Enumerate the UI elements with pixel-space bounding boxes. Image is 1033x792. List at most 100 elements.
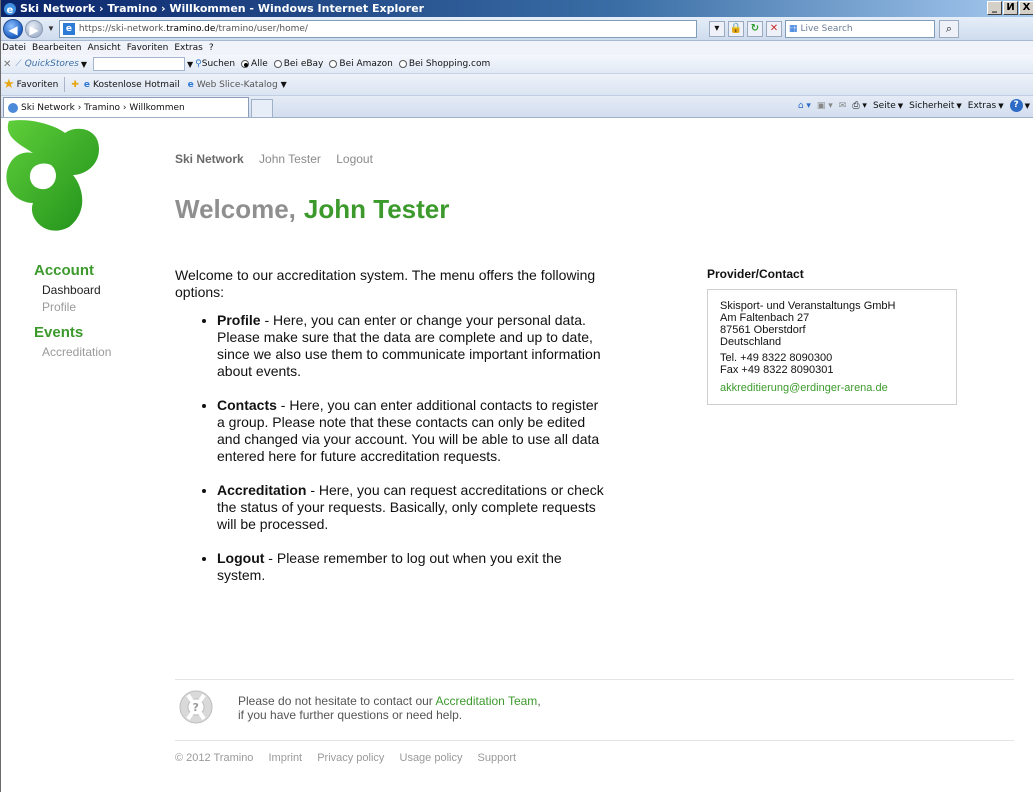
- nav-user[interactable]: John Tester: [259, 152, 321, 166]
- divider: [175, 740, 1014, 741]
- tab-active[interactable]: Ski Network › Tramino › Willkommen: [3, 97, 249, 117]
- new-tab-button[interactable]: [251, 99, 273, 117]
- sidebar-item-accreditation[interactable]: Accreditation: [42, 345, 154, 359]
- nav-logout[interactable]: Logout: [336, 152, 373, 166]
- lifebuoy-help-icon: ?: [179, 690, 213, 724]
- browser-window: e Ski Network › Tramino › Willkommen - W…: [0, 0, 1033, 792]
- lock-icon[interactable]: 🔒: [727, 20, 744, 37]
- webslice-favicon-icon: e: [187, 79, 194, 90]
- menu-bar: Datei Bearbeiten Ansicht Favoriten Extra…: [1, 41, 1033, 55]
- radio-alle[interactable]: [241, 60, 250, 68]
- url-input[interactable]: e https://ski-network. tramino.de/tramino…: [58, 19, 697, 38]
- search-go-button[interactable]: Suchen: [202, 59, 235, 69]
- provider-contact: Provider/Contact Skisport- und Veranstal…: [707, 267, 957, 405]
- mail-icon[interactable]: ✉: [839, 101, 847, 111]
- provider-company: Skisport- und Veranstaltungs GmbH: [720, 300, 896, 312]
- search-button-icon[interactable]: ⌕: [938, 19, 959, 38]
- back-button[interactable]: ◀: [3, 18, 23, 39]
- provider-heading: Provider/Contact: [707, 267, 804, 281]
- options-list: Profile - Here, you can enter or change …: [175, 312, 605, 584]
- help-dropdown-icon[interactable]: ▼: [1025, 102, 1030, 110]
- sicherheit-dropdown-icon[interactable]: ▼: [956, 102, 961, 110]
- webslice-dropdown-icon[interactable]: ▼: [281, 80, 287, 89]
- maximize-button[interactable]: И: [1003, 1, 1018, 15]
- search-placeholder: Live Search: [800, 23, 853, 34]
- menu-help[interactable]: ?: [209, 43, 214, 53]
- cmd-extras[interactable]: Extras: [968, 101, 996, 111]
- radio-amazon-label: Bei Amazon: [339, 59, 393, 69]
- quickstores-label[interactable]: QuickStores: [25, 59, 79, 69]
- feeds-icon[interactable]: ▣ ▾: [817, 101, 833, 111]
- refresh-icon[interactable]: ↻: [746, 20, 763, 37]
- page-favicon-icon: e: [62, 22, 75, 35]
- url-prefix: https://ski-network.: [78, 23, 167, 34]
- extras-dropdown-icon[interactable]: ▼: [998, 102, 1003, 110]
- help-line1: Please do not hesitate to contact our: [238, 694, 436, 708]
- live-search-icon: ▦: [788, 23, 798, 34]
- ie-logo-icon: e: [4, 2, 16, 16]
- quickstores-input[interactable]: [92, 57, 185, 71]
- sidebar-heading-account: Account: [34, 262, 94, 279]
- search-input[interactable]: ▦ Live Search: [784, 19, 935, 38]
- welcome-prefix: Welcome,: [175, 194, 296, 224]
- menu-ansicht[interactable]: Ansicht: [87, 43, 120, 53]
- sidebar: Account Dashboard Profile Events Accredi…: [34, 262, 154, 362]
- nav-brand[interactable]: Ski Network: [175, 152, 244, 166]
- favorites-button[interactable]: Favoriten: [17, 80, 59, 90]
- provider-city: 87561 Oberstdorf: [720, 324, 806, 336]
- quickstores-input-dropdown-icon[interactable]: ▼: [187, 60, 193, 69]
- radio-ebay-label: Bei eBay: [283, 59, 324, 69]
- footer: © 2012 Tramino Imprint Privacy policy Us…: [175, 752, 528, 764]
- home-icon[interactable]: ⌂ ▾: [798, 101, 811, 111]
- favorites-bar: ★ Favoriten ✚ e Kostenlose Hotmail e Web…: [1, 74, 1033, 96]
- close-button[interactable]: X: [1019, 1, 1033, 15]
- favorite-hotmail[interactable]: Kostenlose Hotmail: [93, 80, 180, 90]
- radio-alle-label: Alle: [251, 59, 268, 69]
- sidebar-item-dashboard[interactable]: Dashboard: [42, 283, 154, 297]
- provider-tel: Tel. +49 8322 8090300: [720, 352, 833, 364]
- footer-support[interactable]: Support: [478, 752, 517, 764]
- footer-usage[interactable]: Usage policy: [400, 752, 463, 764]
- provider-box: Skisport- und Veranstaltungs GmbH Am Fal…: [707, 289, 957, 405]
- tab-favicon-icon: [8, 102, 18, 113]
- favorite-webslice[interactable]: Web Slice-Katalog: [197, 80, 278, 90]
- accreditation-team-link[interactable]: Accreditation Team: [435, 694, 537, 708]
- window-controls: _ И X: [986, 1, 1033, 15]
- tab-title: Ski Network › Tramino › Willkommen: [21, 102, 185, 113]
- radio-amazon[interactable]: [329, 60, 338, 68]
- menu-bearbeiten[interactable]: Bearbeiten: [32, 43, 81, 53]
- provider-email-link[interactable]: akkreditierung@erdinger-arena.de: [720, 382, 944, 394]
- menu-extras[interactable]: Extras: [174, 43, 202, 53]
- quickstores-dropdown-icon[interactable]: ▼: [81, 60, 87, 69]
- favorites-star-icon[interactable]: ★: [3, 77, 15, 92]
- print-icon[interactable]: ⎙ ▾: [852, 101, 867, 111]
- list-item: Contacts - Here, you can enter additiona…: [217, 397, 605, 465]
- help-icon[interactable]: ?: [1009, 99, 1023, 112]
- menu-favoriten[interactable]: Favoriten: [127, 43, 169, 53]
- address-dropdown-icon[interactable]: ▾: [708, 20, 725, 37]
- minimize-button[interactable]: _: [987, 1, 1002, 15]
- footer-privacy[interactable]: Privacy policy: [317, 752, 384, 764]
- footer-copyright: © 2012 Tramino: [175, 752, 254, 764]
- add-favorite-icon[interactable]: ✚: [71, 80, 79, 90]
- history-dropdown-icon[interactable]: ▼: [47, 24, 55, 33]
- search-go-icon[interactable]: ⚲: [195, 59, 202, 69]
- list-item: Profile - Here, you can enter or change …: [217, 312, 605, 380]
- radio-ebay[interactable]: [273, 60, 282, 68]
- sidebar-item-profile[interactable]: Profile: [42, 300, 154, 314]
- footer-imprint[interactable]: Imprint: [269, 752, 303, 764]
- menu-datei[interactable]: Datei: [2, 43, 26, 53]
- intro-text: Welcome to our accreditation system. The…: [175, 267, 596, 300]
- provider-fax: Fax +49 8322 8090301: [720, 364, 834, 376]
- seite-dropdown-icon[interactable]: ▼: [898, 102, 903, 110]
- radio-shopping[interactable]: [398, 60, 407, 68]
- tramino-logo-icon: [6, 120, 100, 231]
- divider: [175, 679, 1014, 680]
- cmd-seite[interactable]: Seite: [873, 101, 896, 111]
- forward-button[interactable]: ▶: [25, 19, 43, 38]
- cmd-sicherheit[interactable]: Sicherheit: [909, 101, 954, 111]
- close-toolbar-icon[interactable]: ✕: [3, 59, 11, 70]
- separator: [64, 77, 66, 92]
- stop-icon[interactable]: ✕: [765, 20, 782, 37]
- url-path: /tramino/user/home/: [215, 23, 308, 34]
